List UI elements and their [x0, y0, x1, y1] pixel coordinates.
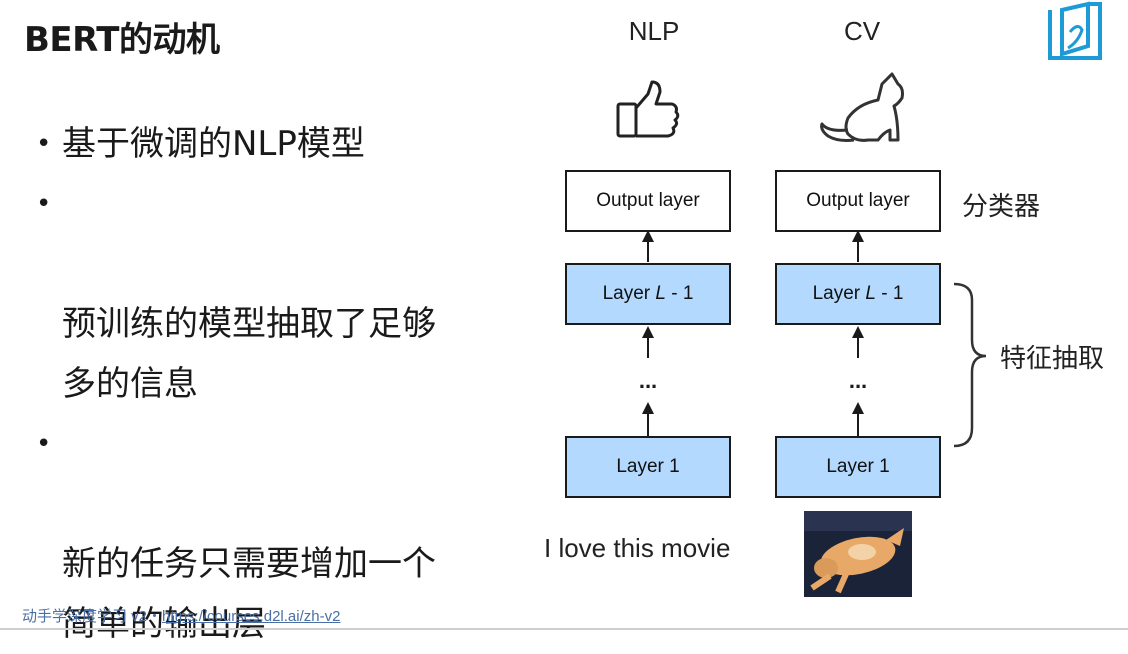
- layer-var: L: [865, 283, 876, 304]
- nlp-layer-l-minus-1: Layer L - 1: [565, 263, 731, 325]
- nlp-layer-1: Layer 1: [565, 436, 731, 498]
- layer-prefix: Layer: [602, 283, 656, 304]
- cat-icon: [820, 72, 904, 142]
- cat-photo: [804, 511, 912, 597]
- classifier-label: 分类器: [962, 192, 1041, 222]
- nlp-ellipsis: ...: [638, 368, 658, 393]
- cv-layer-l-minus-1: Layer L - 1: [775, 263, 941, 325]
- layer-suffix: - 1: [875, 283, 904, 304]
- nlp-input-text: I love this movie: [544, 533, 731, 563]
- cv-layer-1: Layer 1: [775, 436, 941, 498]
- feature-brace: [953, 282, 987, 448]
- layer-var: L: [655, 283, 666, 304]
- footer-link[interactable]: https://courses.d2l.ai/zh-v2: [162, 608, 340, 625]
- footer: 动手学深度学习 v2・https://courses.d2l.ai/zh-v2: [22, 605, 340, 626]
- footer-text: 动手学深度学习 v2・: [22, 608, 163, 625]
- cv-output-layer: Output layer: [775, 170, 941, 232]
- feature-extraction-label: 特征抽取: [1000, 344, 1105, 374]
- layer-suffix: - 1: [665, 283, 694, 304]
- layer-prefix: Layer: [812, 283, 866, 304]
- thumbs-up-icon: [616, 80, 680, 138]
- footer-divider: [0, 628, 1128, 630]
- cv-ellipsis: ...: [848, 368, 868, 393]
- nlp-output-layer: Output layer: [565, 170, 731, 232]
